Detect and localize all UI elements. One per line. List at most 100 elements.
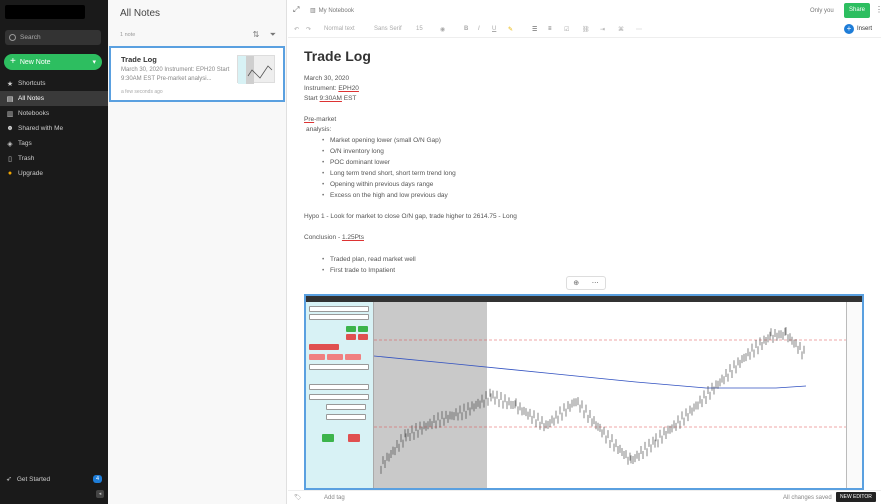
sidebar-item-trash[interactable]: ▯ Trash: [0, 151, 108, 166]
underline-icon[interactable]: U: [492, 26, 496, 32]
sidebar-item-label: All Notes: [18, 95, 45, 102]
plus-icon: +: [844, 24, 854, 34]
notebook-selector[interactable]: ▥ My Notebook: [310, 7, 354, 14]
new-note-label: New Note: [19, 58, 51, 66]
search-input[interactable]: Search: [20, 34, 41, 41]
sort-icon[interactable]: ⇅: [253, 30, 260, 39]
analysis-list: Market opening lower (small O/N Gap) O/N…: [304, 135, 864, 201]
notebook-icon: ▥: [6, 110, 14, 118]
plus-icon: +: [10, 56, 16, 67]
sidebar: Search + New Note ▾ ★ Shortcuts ▤ All Note…: [0, 0, 108, 504]
search-box[interactable]: Search: [5, 30, 101, 45]
chart-price-axis: [846, 302, 862, 488]
font-dropdown[interactable]: Sans Serif: [374, 26, 402, 32]
note-card-date: a few seconds ago: [121, 89, 163, 95]
checklist-icon[interactable]: ☑: [564, 26, 569, 33]
sidebar-item-upgrade[interactable]: ● Upgrade: [0, 166, 108, 181]
sidebar-item-notebooks[interactable]: ▥ Notebooks: [0, 106, 108, 121]
thumbnail-chart: [238, 56, 273, 84]
sidebar-item-shared[interactable]: ☻ Shared with Me: [0, 121, 108, 136]
sidebar-item-all-notes[interactable]: ▤ All Notes: [0, 91, 108, 106]
get-started[interactable]: ➶ Get Started 4: [6, 475, 102, 483]
more-icon[interactable]: ⋮: [875, 5, 881, 14]
embedded-chart-image[interactable]: [304, 294, 864, 490]
search-icon: [9, 34, 16, 41]
notes-icon: ▤: [6, 95, 14, 103]
analysis-line: analysis:: [306, 126, 332, 133]
notebook-name: My Notebook: [318, 8, 355, 14]
list-item: First trade to Impatient: [322, 265, 864, 276]
insert-label: Insert: [857, 26, 873, 32]
bold-icon[interactable]: B: [464, 26, 468, 32]
redo-icon[interactable]: ↷: [306, 26, 311, 33]
premarket-rest: -market: [314, 116, 337, 123]
save-status: All changes saved: [783, 495, 832, 501]
image-tools: ⊕ ⋯: [566, 276, 606, 290]
indent-icon[interactable]: ⇥: [600, 26, 605, 33]
tag-icon: ◈: [7, 140, 13, 148]
sharing-status: Only you: [810, 8, 834, 14]
note-title[interactable]: Trade Log: [304, 48, 864, 64]
sidebar-item-label: Upgrade: [18, 170, 43, 177]
instrument-label: Instrument:: [304, 85, 339, 92]
price-bars: [380, 327, 805, 474]
upgrade-icon: ●: [7, 170, 13, 177]
color-icon[interactable]: ◉: [440, 26, 445, 33]
note-card-snippet: March 30, 2020 Instrument: EPH20 Start 9…: [121, 67, 230, 82]
image-more-icon[interactable]: ⋯: [592, 279, 599, 287]
note-list-tools: ⇅ ⏷: [245, 30, 276, 40]
link-icon[interactable]: ⛓: [582, 26, 590, 33]
conclusion-value: 1.25Pts: [341, 234, 364, 241]
new-editor-badge[interactable]: NEW EDITOR: [836, 492, 876, 502]
instrument-line: Instrument: EPH20: [304, 84, 864, 94]
premarket-pre: Pre: [304, 116, 315, 123]
instrument-value: EPH20: [338, 85, 359, 92]
sidebar-item-label: Shortcuts: [18, 80, 46, 87]
list-item: O/N inventory long: [322, 146, 864, 157]
bullet-list-icon[interactable]: ☰: [532, 26, 537, 33]
style-dropdown[interactable]: Normal text: [324, 26, 355, 32]
share-button[interactable]: Share: [844, 3, 870, 18]
undo-icon[interactable]: ↶: [294, 26, 299, 33]
account-menu[interactable]: [5, 5, 85, 19]
notebook-icon: ▥: [310, 8, 316, 14]
note-count: 1 note: [120, 32, 136, 38]
editor-topbar: ⤢ ▥ My Notebook Only you Share ⋮: [288, 0, 881, 22]
collapse-sidebar-icon[interactable]: ◂: [96, 490, 104, 498]
trash-icon: ▯: [8, 155, 12, 163]
list-item: Traded plan, read market well: [322, 254, 864, 265]
premarket-line: Pre-market: [304, 115, 864, 125]
expand-icon[interactable]: ⤢: [293, 5, 299, 15]
start-line: Start 9:30AM EST: [304, 94, 864, 104]
start-tz: EST: [341, 95, 357, 102]
conclusion-label: Conclusion -: [304, 234, 342, 241]
formatting-toolbar: ↶ ↷ Normal text Sans Serif 15 ◉ B I U ✎ …: [288, 22, 881, 38]
sidebar-item-tags[interactable]: ◈ Tags: [0, 136, 108, 151]
note-list-title: All Notes: [120, 8, 161, 19]
numbered-list-icon[interactable]: ≡: [548, 26, 552, 32]
editor-footer: 🏷 Add tag All changes saved NEW EDITOR: [288, 490, 881, 504]
chevron-down-icon[interactable]: ▾: [92, 58, 96, 66]
note-content[interactable]: Trade Log March 30, 2020 Instrument: EPH…: [304, 48, 864, 276]
tag-icon[interactable]: 🏷: [294, 494, 302, 501]
size-dropdown[interactable]: 15: [416, 26, 423, 32]
code-icon[interactable]: ⌘: [618, 26, 624, 33]
insert-button[interactable]: + Insert: [844, 24, 872, 34]
get-started-label: Get Started: [16, 475, 51, 483]
conclusion-line: Conclusion - 1.25Pts: [304, 233, 864, 243]
more-format-icon[interactable]: ⋯: [636, 26, 642, 33]
note-date-line: March 30, 2020: [304, 75, 350, 82]
list-item: Long term trend short, short term trend …: [322, 168, 864, 179]
zoom-icon[interactable]: ⊕: [573, 279, 579, 287]
italic-icon[interactable]: I: [478, 26, 480, 32]
list-item: Market opening lower (small O/N Gap): [322, 135, 864, 146]
sidebar-item-label: Tags: [18, 140, 32, 147]
note-card[interactable]: Trade Log March 30, 2020 Instrument: EPH…: [109, 46, 285, 102]
highlight-icon[interactable]: ✎: [508, 26, 513, 33]
list-item: POC dominant lower: [322, 157, 864, 168]
filter-icon[interactable]: ⏷: [270, 30, 276, 39]
new-note-button[interactable]: + New Note ▾: [4, 54, 102, 70]
add-tag-input[interactable]: Add tag: [324, 495, 345, 501]
sidebar-item-shortcuts[interactable]: ★ Shortcuts: [0, 76, 108, 91]
note-card-title: Trade Log: [121, 55, 157, 64]
